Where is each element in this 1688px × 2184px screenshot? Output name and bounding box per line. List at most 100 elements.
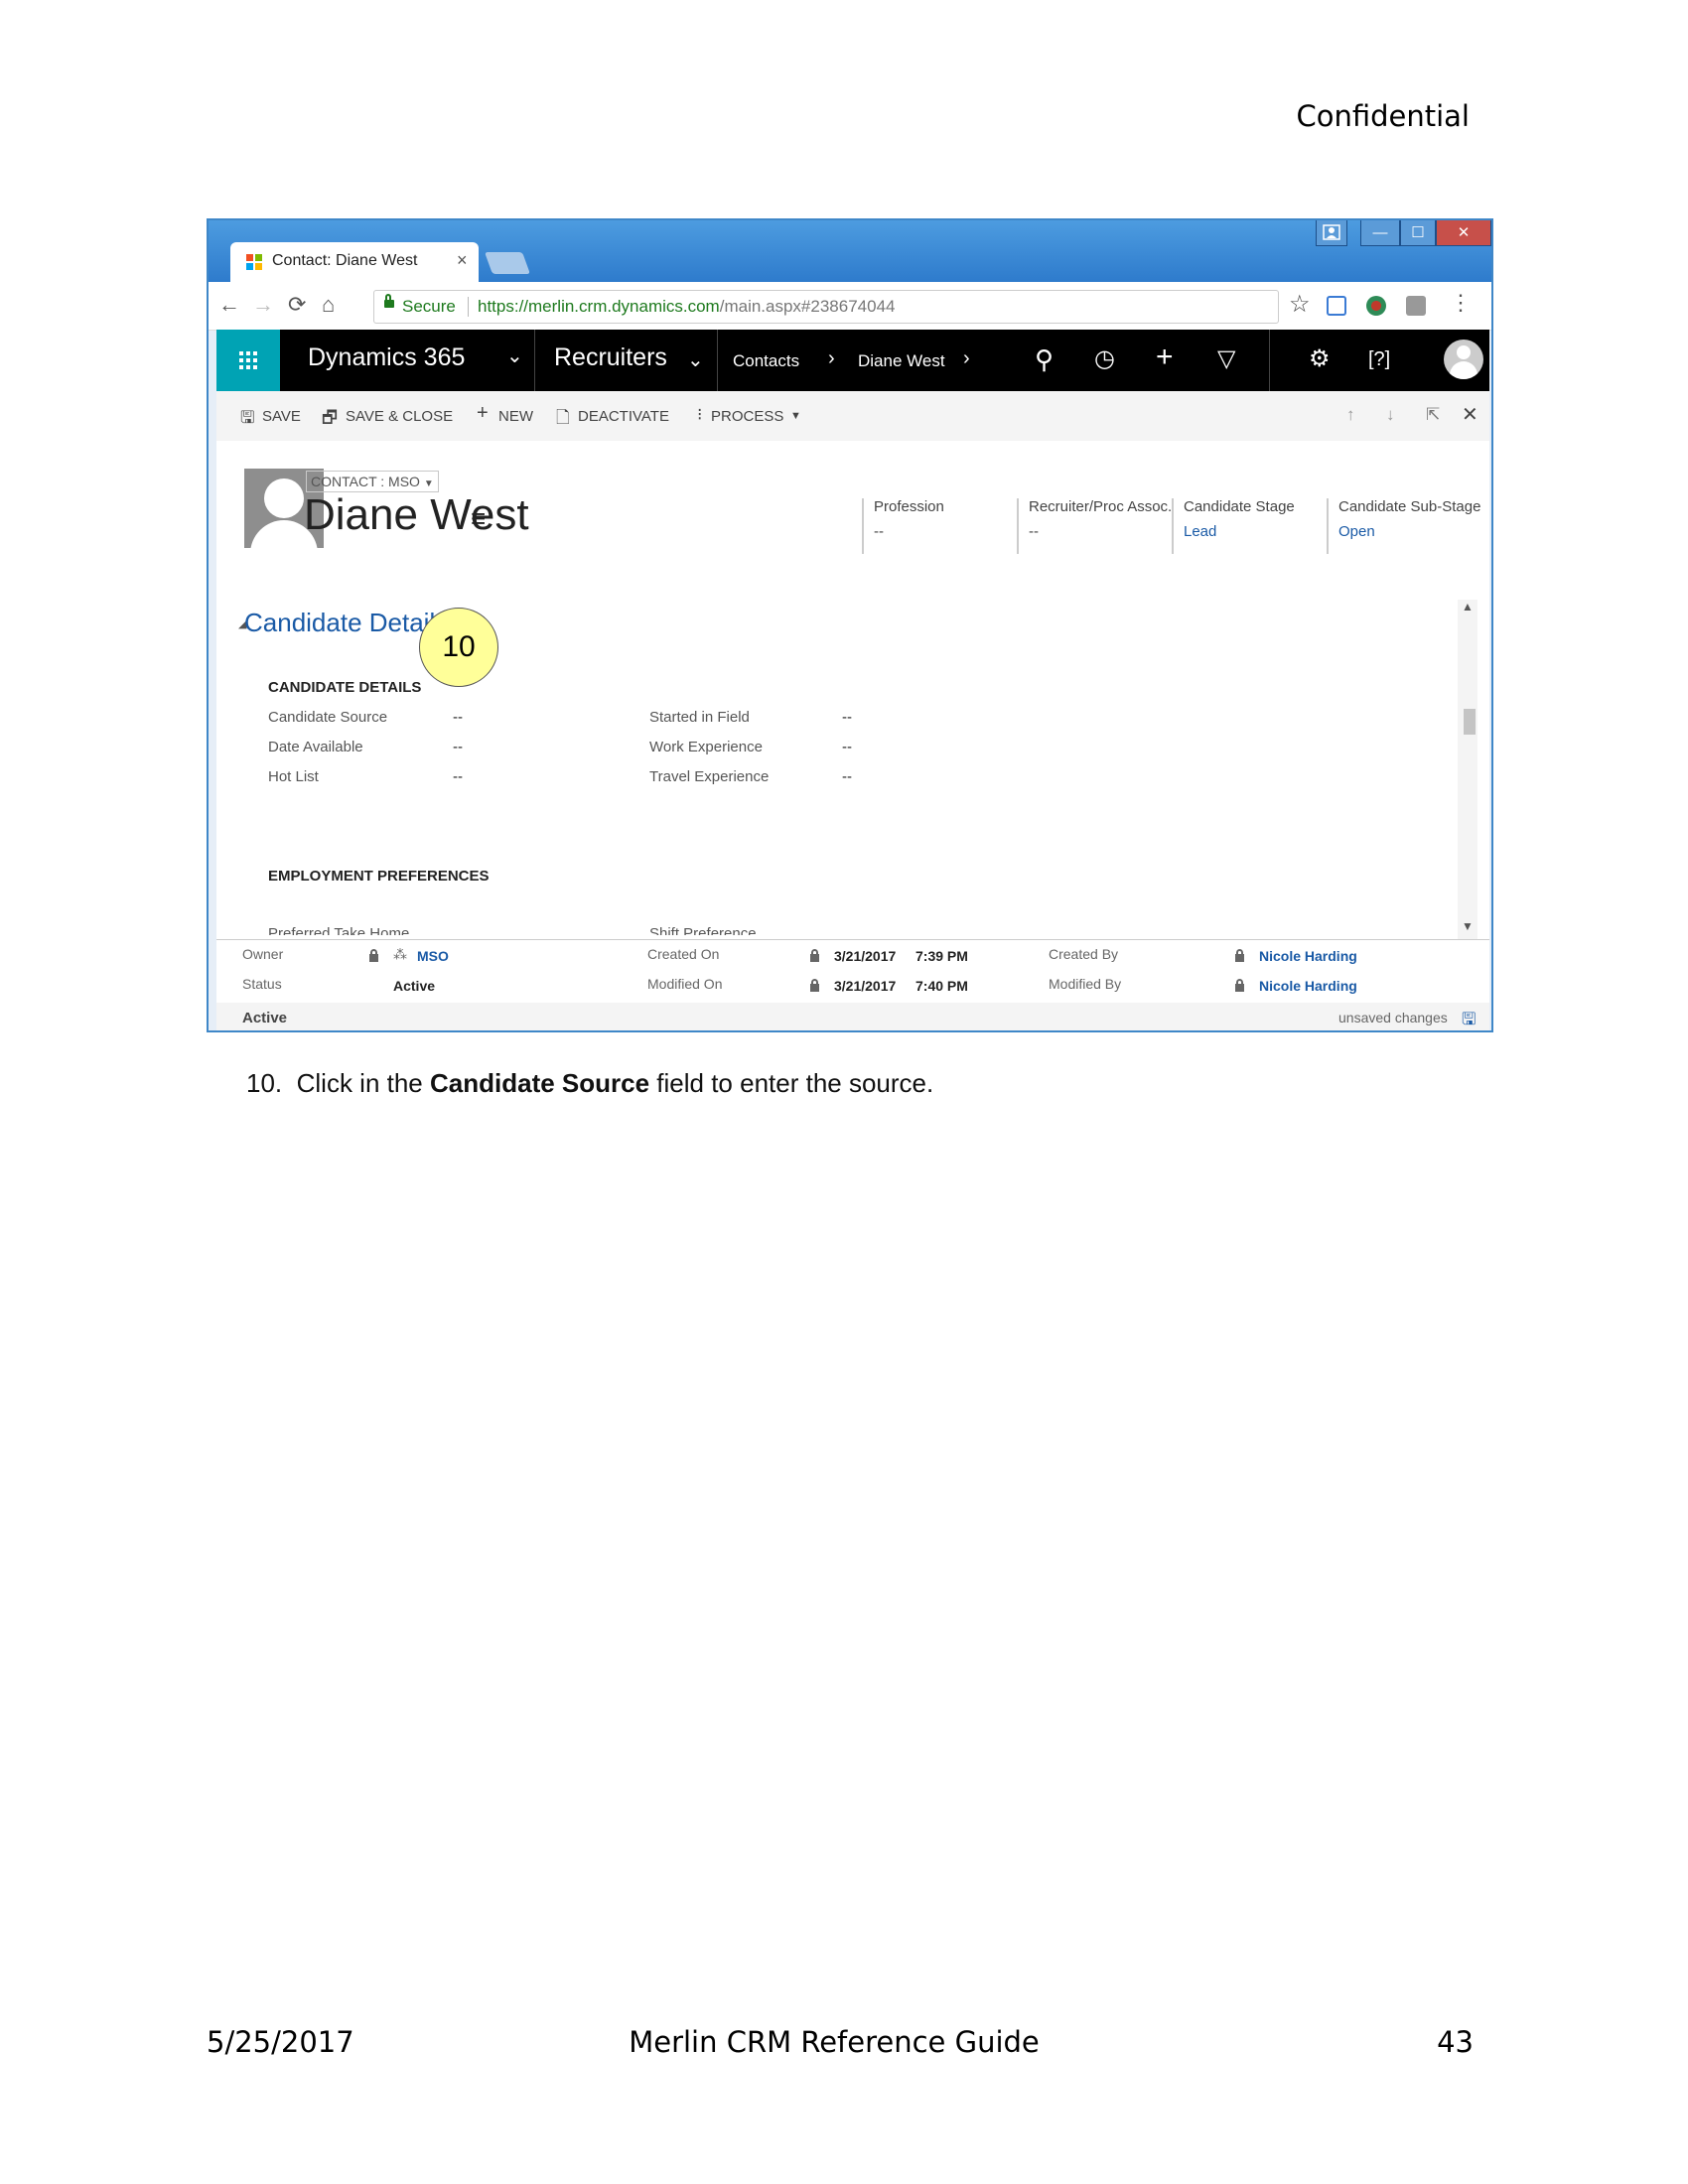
started-in-field-field[interactable]: --	[842, 709, 852, 726]
create-plus-icon[interactable]: +	[1156, 341, 1174, 374]
new-button[interactable]: NEW	[498, 408, 533, 425]
extension-icon[interactable]	[1327, 296, 1346, 316]
reload-icon[interactable]: ⟳	[288, 292, 306, 318]
owner-label: Owner	[242, 946, 284, 962]
extension-icon-3[interactable]	[1406, 296, 1426, 316]
header-field-label: Recruiter/Proc Assoc.	[1029, 498, 1173, 515]
address-bar[interactable]: Secure https://merlin.crm.dynamics.com/m…	[373, 290, 1279, 324]
advanced-find-filter-icon[interactable]: ▽	[1217, 344, 1235, 373]
lock-icon	[384, 294, 394, 308]
candidate-source-field[interactable]: --	[453, 709, 572, 726]
form-scrollbar[interactable]: ▲ ▼	[1458, 600, 1477, 939]
process-button[interactable]: PROCESS	[711, 408, 783, 425]
header-field-candidate-stage[interactable]: Candidate Stage Lead	[1172, 498, 1295, 554]
status-bar: Active unsaved changes 🖫	[216, 1003, 1489, 1030]
header-field-value: --	[874, 523, 884, 540]
minimize-button[interactable]: —	[1360, 220, 1400, 246]
breadcrumb-contacts[interactable]: Contacts	[733, 351, 799, 371]
new-tab-button[interactable]	[484, 252, 531, 274]
field-label-preferred-take-home: Preferred Take Home	[268, 925, 410, 935]
process-caret-icon[interactable]: ▼	[790, 410, 801, 422]
scroll-down-icon[interactable]: ▼	[1462, 919, 1474, 933]
work-experience-field[interactable]: --	[842, 739, 852, 755]
save-status-icon[interactable]: 🖫	[1462, 1007, 1476, 1030]
lock-icon	[1235, 949, 1244, 962]
lock-icon	[369, 949, 378, 962]
section-title[interactable]: Candidate Details	[244, 608, 448, 638]
tab-close-icon[interactable]: ×	[457, 250, 468, 271]
command-bar: 🖫 SAVE 🗗 SAVE & CLOSE + NEW 🗋 DEACTIVATE…	[216, 391, 1489, 441]
browser-tab[interactable]: Contact: Diane West ×	[230, 242, 479, 282]
extension-icon-2[interactable]	[1366, 296, 1386, 316]
maximize-button[interactable]: ☐	[1400, 220, 1436, 246]
url-path: /main.aspx#238674044	[719, 297, 896, 316]
area-name[interactable]: Recruiters	[554, 343, 667, 372]
footer-page-number: 43	[1437, 2025, 1474, 2059]
help-icon[interactable]: [?]	[1368, 348, 1390, 371]
created-by-value[interactable]: Nicole Harding	[1259, 948, 1357, 964]
header-field-candidate-sub-stage[interactable]: Candidate Sub-Stage Open	[1327, 498, 1480, 554]
arrow-down-icon[interactable]: ↓	[1386, 405, 1395, 425]
forward-arrow-icon[interactable]: →	[252, 292, 274, 318]
area-chevron-down-icon[interactable]: ⌄	[687, 347, 704, 372]
back-arrow-icon[interactable]: ←	[218, 292, 240, 318]
header-field-label: Candidate Stage	[1184, 498, 1295, 515]
header-field-value: Open	[1338, 523, 1375, 540]
chevron-down-icon[interactable]: ⌄	[506, 343, 523, 368]
title-bar: Contact: Diane West × — ☐ ✕	[209, 220, 1491, 282]
modified-by-label: Modified By	[1049, 976, 1122, 992]
step-number: 10.	[246, 1068, 283, 1098]
scroll-up-icon[interactable]: ▲	[1462, 600, 1474, 614]
created-on-time: 7:39 PM	[915, 948, 968, 964]
app-launcher-icon[interactable]	[216, 330, 280, 391]
nav-divider	[717, 330, 718, 391]
bookmark-star-icon[interactable]: ☆	[1289, 290, 1311, 319]
close-icon[interactable]: ✕	[1462, 402, 1478, 427]
browser-menu-icon[interactable]: ⋮	[1450, 290, 1472, 316]
related-menu-icon[interactable]: ≡	[471, 503, 486, 534]
footer-title: Merlin CRM Reference Guide	[629, 2025, 1040, 2059]
header-field-recruiter[interactable]: Recruiter/Proc Assoc. --	[1017, 498, 1172, 554]
url-separator	[468, 297, 469, 317]
url-host: https://merlin.crm.dynamics.com/main.asp…	[478, 291, 895, 323]
arrow-up-icon[interactable]: ↑	[1346, 405, 1355, 425]
save-button[interactable]: SAVE	[262, 408, 301, 425]
scroll-thumb[interactable]	[1464, 709, 1476, 735]
confidential-label: Confidential	[1296, 99, 1470, 133]
process-icon: ⁝	[697, 405, 703, 424]
chevron-right-icon[interactable]: ›	[963, 347, 970, 370]
user-avatar[interactable]	[1444, 340, 1483, 379]
deactivate-button[interactable]: DEACTIVATE	[578, 408, 669, 425]
form-selector-label: CONTACT : MSO	[311, 474, 420, 489]
user-profile-icon[interactable]	[1316, 220, 1347, 246]
save-close-button[interactable]: SAVE & CLOSE	[346, 408, 453, 425]
header-field-value: Lead	[1184, 523, 1217, 540]
hot-list-field[interactable]: --	[453, 768, 463, 785]
breadcrumb-record[interactable]: Diane West	[858, 351, 945, 371]
record-form: CONTACT : MSO ▼ Diane West ≡ Profession …	[216, 441, 1489, 939]
close-window-button[interactable]: ✕	[1436, 220, 1491, 246]
field-label-hot-list: Hot List	[268, 768, 319, 785]
created-by-label: Created By	[1049, 946, 1119, 962]
search-icon[interactable]: ⚲	[1035, 344, 1054, 375]
instruction-step: 10. Click in the Candidate Source field …	[246, 1068, 933, 1099]
form-selector[interactable]: CONTACT : MSO ▼	[306, 471, 439, 492]
url-host-text: https://merlin.crm.dynamics.com	[478, 297, 720, 316]
travel-experience-field[interactable]: --	[842, 768, 852, 785]
owner-value[interactable]: MSO	[417, 948, 449, 964]
settings-gear-icon[interactable]: ⚙	[1309, 344, 1331, 373]
app-name[interactable]: Dynamics 365	[308, 343, 465, 372]
modified-by-value[interactable]: Nicole Harding	[1259, 978, 1357, 994]
header-field-profession[interactable]: Profession --	[862, 498, 944, 554]
home-icon[interactable]: ⌂	[322, 292, 335, 318]
field-label-travel-experience: Travel Experience	[649, 768, 770, 785]
recent-history-icon[interactable]: ◷	[1094, 344, 1115, 373]
secure-label: Secure	[402, 297, 456, 316]
nav-divider	[534, 330, 535, 391]
field-label-candidate-source: Candidate Source	[268, 709, 388, 726]
date-available-field[interactable]: --	[453, 739, 463, 755]
status-value[interactable]: Active	[393, 978, 435, 994]
expand-icon[interactable]: ⇱	[1426, 405, 1440, 425]
team-icon: ⁂	[393, 946, 407, 962]
browser-toolbar: ← → ⟳ ⌂ Secure https://merlin.crm.dynami…	[209, 282, 1491, 331]
